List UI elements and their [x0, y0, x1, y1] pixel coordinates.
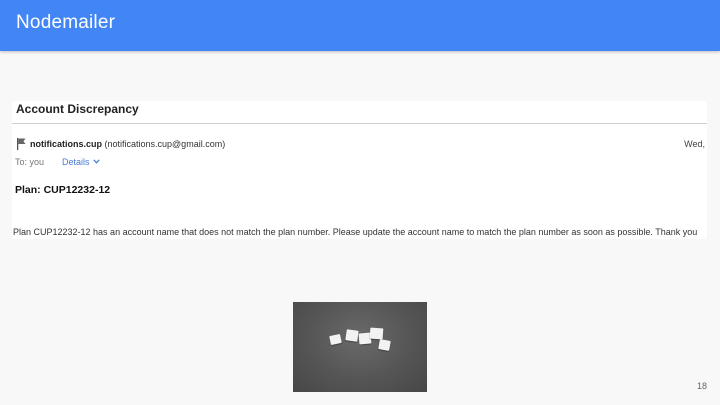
sender-email: (notifications.cup@gmail.com) — [104, 139, 226, 149]
sender-line: notifications.cup (notifications.cup@gma… — [30, 139, 225, 149]
page-number: 18 — [696, 381, 707, 391]
details-link[interactable]: Details — [62, 157, 90, 167]
slide-title: Nodemailer — [16, 12, 116, 33]
email-body: Plan CUP12232-12 has an account name tha… — [13, 227, 698, 237]
subject-divider — [12, 123, 707, 124]
letter-tile — [369, 327, 384, 340]
letter-tiles-photo — [293, 302, 427, 392]
email-subject: Account Discrepancy — [16, 102, 139, 116]
email-date: Wed, — [684, 139, 705, 149]
letter-tile — [345, 329, 359, 342]
chevron-down-icon[interactable] — [93, 159, 100, 164]
letter-tile — [329, 333, 342, 346]
title-bar: Nodemailer — [0, 0, 720, 51]
flag-icon[interactable] — [16, 138, 26, 150]
recipient-line: To: you — [15, 157, 45, 167]
email-screenshot: Account Discrepancy notifications.cup (n… — [12, 101, 707, 239]
letter-tile — [378, 339, 391, 351]
plan-heading: Plan: CUP12232-12 — [15, 184, 111, 196]
sender-name: notifications.cup — [30, 139, 102, 149]
